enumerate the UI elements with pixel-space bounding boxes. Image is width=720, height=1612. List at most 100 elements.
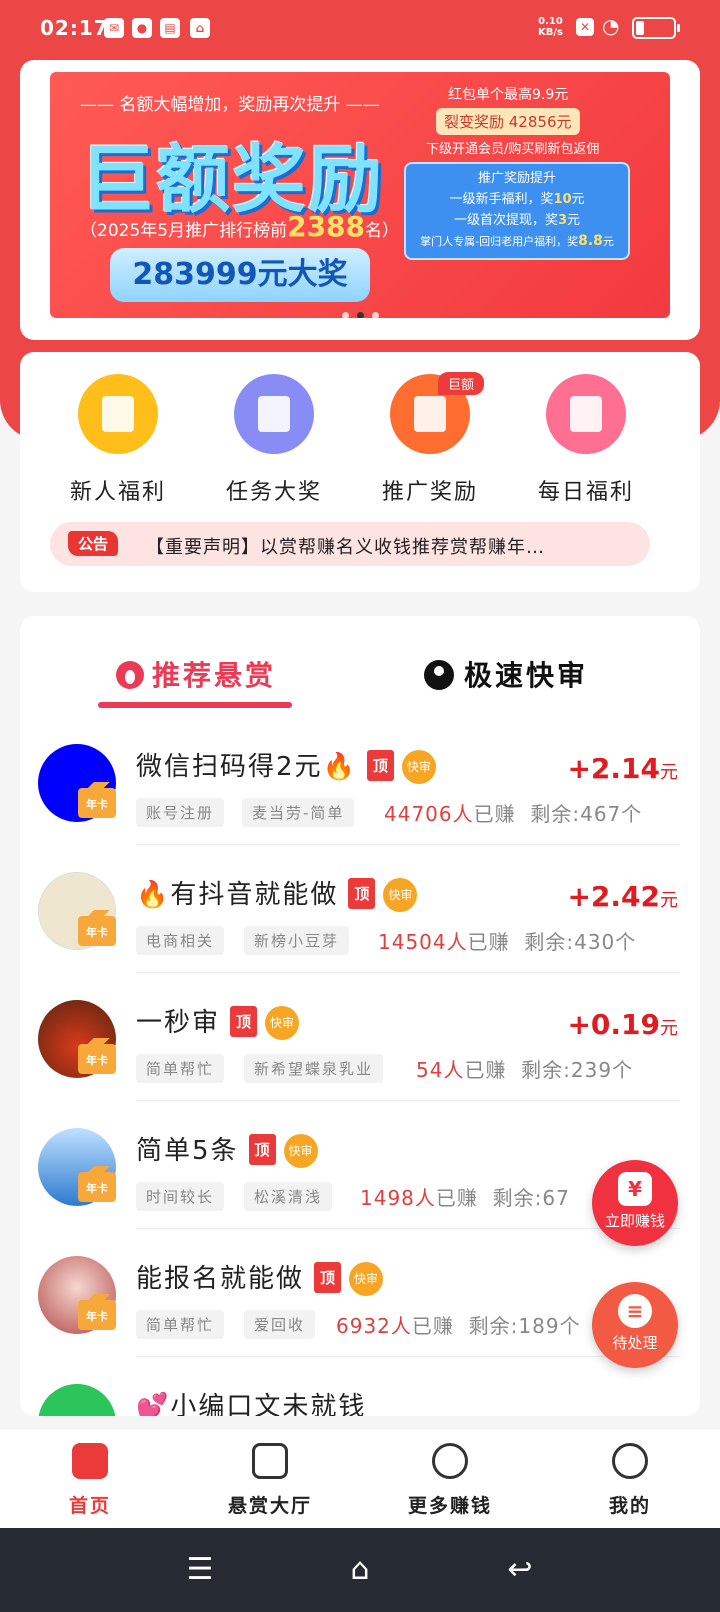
task-earned: 6932人已赚 剩余:189个 <box>336 1314 581 1338</box>
system-nav-bar: ☰ ⌂ ↩ <box>0 1528 720 1612</box>
task-earned: 54人已赚 剩余:239个 <box>416 1058 634 1082</box>
banner-card: —— 名额大幅增加，奖励再次提升 —— 巨额奖励 （2025年5月推广排行榜前2… <box>20 60 700 340</box>
notice-tag: 公告 <box>68 531 119 556</box>
task-title: 简单5条顶快审 <box>136 1130 318 1168</box>
fast-review-badge: 快审 <box>383 878 418 912</box>
task-row[interactable]: 年卡 一秒审顶快审 +0.19元 简单帮忙 新希望蝶泉乳业 54人已赚 剩余:2… <box>20 994 700 1122</box>
task-price: +2.42元 <box>567 880 678 913</box>
box-title: 推广奖励提升 <box>477 171 556 186</box>
crown-icon: 年卡 <box>78 1038 116 1074</box>
banner-right-line2: 裂变奖励 42856元 <box>436 108 580 135</box>
nav-more-earn[interactable]: 更多赚钱 <box>360 1437 540 1518</box>
top-badge: 顶 <box>248 1134 276 1165</box>
calendar-icon <box>546 374 626 454</box>
earn-now-label: 立即赚钱 <box>604 1212 665 1230</box>
menu-daily-welfare[interactable]: 每日福利 <box>516 374 656 506</box>
huge-badge: 巨额 <box>438 372 485 395</box>
task-tag: 简单帮忙 <box>136 1310 225 1339</box>
box-line3: 掌门人专属-回归老用户福利，奖8.8元 <box>420 233 614 249</box>
task-row[interactable]: 💕小编口文未就钱 <box>20 1378 700 1416</box>
crown-icon: 年卡 <box>78 1294 116 1330</box>
task-title: 一秒审顶快审 <box>136 1002 300 1040</box>
crown-icon: 年卡 <box>78 782 116 818</box>
task-title: 微信扫码得2元🔥 顶快审 <box>136 746 436 784</box>
promo-banner[interactable]: —— 名额大幅增加，奖励再次提升 —— 巨额奖励 （2025年5月推广排行榜前2… <box>50 72 670 318</box>
banner-right-line1: 红包单个最高9.9元 <box>448 87 569 103</box>
banner-prize: 283999元大奖 <box>110 248 370 302</box>
home-system-icon[interactable]: ⌂ <box>340 1554 380 1586</box>
user-icon <box>424 660 454 690</box>
menu-label: 新人福利 <box>69 480 166 505</box>
clipboard-icon <box>234 374 314 454</box>
earn-now-button[interactable]: ¥ 立即赚钱 <box>592 1160 678 1246</box>
divider <box>136 972 680 973</box>
task-title: 能报名就能做顶快审 <box>136 1258 384 1296</box>
top-badge: 顶 <box>230 1006 258 1037</box>
fast-review-badge: 快审 <box>349 1262 384 1296</box>
menu-label: 推广奖励 <box>381 480 478 505</box>
task-list-card: 推荐悬赏 极速快审 年卡 微信扫码得2元🔥 顶快审 +2.14元 账号注册 麦当劳… <box>20 616 700 1416</box>
status-time: 02:17 <box>40 16 109 40</box>
task-price: +0.19元 <box>567 1008 678 1041</box>
back-icon[interactable]: ↩ <box>500 1554 540 1586</box>
menu-promo-reward[interactable]: 巨额 推广奖励 <box>360 372 500 506</box>
menu-label: 任务大奖 <box>225 480 322 505</box>
menu-label: 每日福利 <box>537 480 634 505</box>
carousel-dots[interactable] <box>50 304 670 318</box>
task-tag: 简单帮忙 <box>136 1054 225 1083</box>
nav-mine[interactable]: 我的 <box>540 1437 720 1518</box>
card-icon: ▤ <box>160 18 180 38</box>
gift-box-icon <box>78 374 158 454</box>
notice-bar[interactable]: 公告 【重要声明】以赏帮赚名义收钱推荐赏帮赚年… <box>50 522 650 566</box>
status-bar: 02:17 ✉ ● ▤ ⌂ 0.10 KB/s ✕ ◔ <box>0 0 720 56</box>
banner-reward-box: 推广奖励提升 一级新手福利，奖10元 一级首次提现，奖3元 掌门人专属-回归老用… <box>404 162 630 260</box>
nav-label: 我的 <box>608 1495 651 1517</box>
profile-icon <box>612 1443 648 1479</box>
divider <box>136 844 680 845</box>
task-earned: 44706人已赚 剩余:467个 <box>384 802 643 826</box>
task-tag: 松溪清浅 <box>244 1182 333 1211</box>
task-tag: 新榜小豆芽 <box>244 926 350 955</box>
x-icon: ✕ <box>576 18 594 36</box>
fast-review-badge: 快审 <box>401 750 436 784</box>
banner-right-line3: 下级开通会员/购买刷新包返佣 <box>426 142 600 157</box>
yuan-doc-icon <box>252 1443 288 1479</box>
tab-recommended[interactable]: 推荐悬赏 <box>116 654 276 694</box>
fast-review-badge: 快审 <box>283 1134 318 1168</box>
menu-task-prize[interactable]: 任务大奖 <box>204 374 344 506</box>
fast-review-badge: 快审 <box>265 1006 300 1040</box>
task-title: 💕小编口文未就钱 <box>136 1392 367 1416</box>
task-tag: 麦当劳-简单 <box>242 798 355 827</box>
nav-home[interactable]: 首页 <box>0 1437 180 1518</box>
box-line2: 一级首次提现，奖3元 <box>453 213 581 228</box>
nav-label: 更多赚钱 <box>407 1495 492 1517</box>
task-row[interactable]: 年卡 🔥有抖音就能做顶快审 +2.42元 电商相关 新榜小豆芽 14504人已赚… <box>20 866 700 994</box>
top-badge: 顶 <box>314 1262 342 1293</box>
task-tag: 账号注册 <box>136 798 225 827</box>
yuan-icon: ¥ <box>618 1172 652 1206</box>
task-earned: 14504人已赚 剩余:430个 <box>378 930 637 954</box>
notice-text: 【重要声明】以赏帮赚名义收钱推荐赏帮赚年… <box>146 537 545 558</box>
app-screen: 02:17 ✉ ● ▤ ⌂ 0.10 KB/s ✕ ◔ —— 名额大幅增加，奖励再… <box>0 0 720 1612</box>
menu-newbie-welfare[interactable]: 新人福利 <box>48 374 188 506</box>
crown-icon: 年卡 <box>78 910 116 946</box>
tab-fast-review[interactable]: 极速快审 <box>424 654 588 694</box>
avatar <box>38 1384 116 1416</box>
battery-icon <box>632 17 680 39</box>
wifi-icon: ◔ <box>602 14 620 38</box>
gamepad-icon <box>432 1443 468 1479</box>
crown-icon: 年卡 <box>78 1166 116 1202</box>
home-icon <box>72 1443 108 1479</box>
task-row[interactable]: 年卡 微信扫码得2元🔥 顶快审 +2.14元 账号注册 麦当劳-简单 44706人… <box>20 738 700 866</box>
task-tag: 爱回收 <box>244 1310 316 1339</box>
task-tag: 新希望蝶泉乳业 <box>244 1054 384 1083</box>
menu-icon[interactable]: ☰ <box>180 1554 220 1586</box>
top-badge: 顶 <box>348 878 376 909</box>
pending-button[interactable]: ≡ 待处理 <box>592 1282 678 1368</box>
tab-underline <box>98 702 292 708</box>
task-tag: 时间较长 <box>136 1182 225 1211</box>
pending-label: 待处理 <box>612 1334 658 1352</box>
nav-bounty-hall[interactable]: 悬赏大厅 <box>180 1437 360 1518</box>
mail-icon: ✉ <box>104 18 124 38</box>
app-icon: ⌂ <box>190 18 210 38</box>
